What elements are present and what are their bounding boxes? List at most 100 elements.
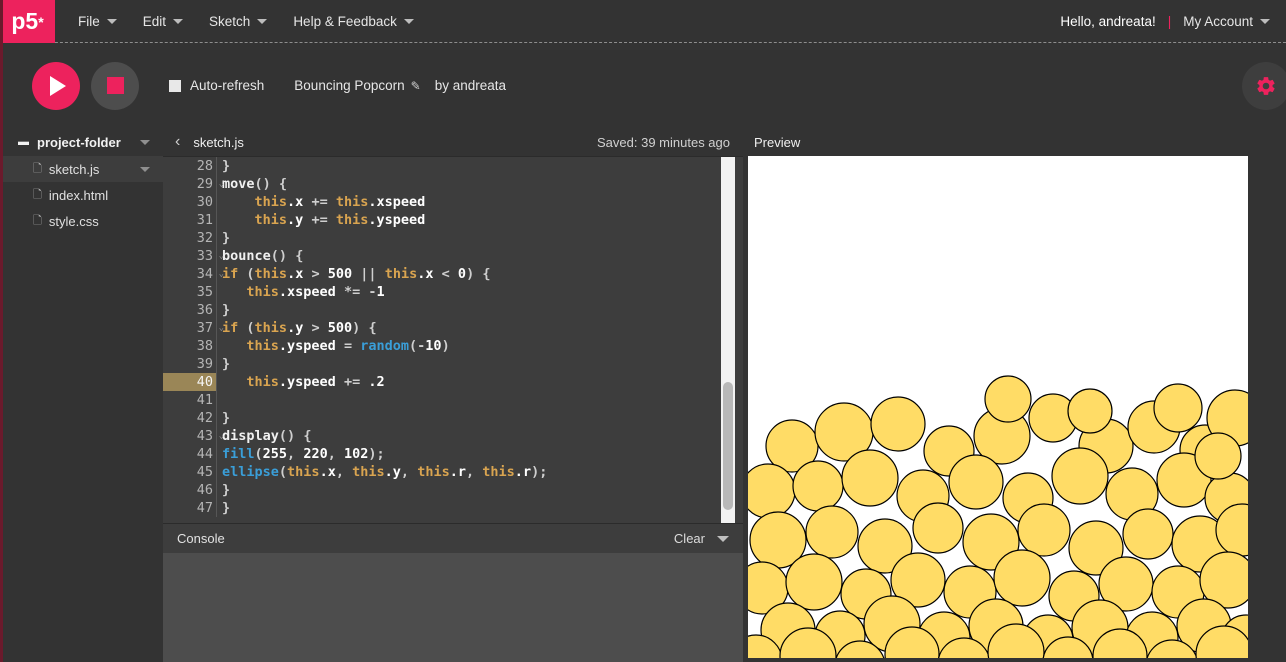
chevron-down-icon [106, 18, 117, 24]
fold-toggle-icon[interactable]: ⌄ [216, 265, 224, 283]
line-number: 37 ⌄ [196, 320, 224, 336]
line-number: 47 [196, 500, 213, 516]
chevron-left-icon[interactable]: ‹ [175, 133, 180, 151]
line-number: 28 [196, 158, 213, 174]
code-line[interactable]: } [222, 229, 743, 247]
editor-scrollbar[interactable] [721, 157, 735, 523]
project-folder-row[interactable]: ▬ project-folder [0, 128, 163, 156]
code-line[interactable]: } [222, 499, 743, 517]
console-clear-button[interactable]: Clear [674, 531, 705, 546]
sidebar-file-style-css[interactable]: 🗋 style.css [0, 208, 163, 234]
p5-logo[interactable]: p5 * [0, 0, 55, 43]
editor-pane: ‹ sketch.js Saved: 39 minutes ago 28 29 ⌄ 3… [163, 128, 743, 662]
code-line[interactable]: bounce() { [222, 247, 743, 265]
code-line[interactable]: this.y += this.yspeed [222, 211, 743, 229]
line-number: 43 ⌄ [196, 428, 224, 444]
line-number: 40 [163, 373, 216, 391]
auto-refresh-checkbox[interactable] [169, 79, 181, 92]
play-button[interactable] [32, 61, 80, 110]
p5-web-editor: p5 * File Edit Sketch Help & Feedback Hel… [0, 0, 1286, 662]
p5-sketch-canvas[interactable] [748, 156, 1248, 658]
nav-menu-edit[interactable]: Edit [130, 0, 196, 43]
preview-header: Preview [743, 128, 1286, 156]
code-line[interactable]: ellipse(this.x, this.y, this.r, this.r); [222, 463, 743, 481]
code-line[interactable]: move() { [222, 175, 743, 193]
fold-toggle-icon[interactable]: ⌄ [216, 427, 224, 445]
popcorn-circle [1122, 508, 1174, 560]
sketch-name-field[interactable]: Bouncing Popcorn ✎ [294, 78, 420, 93]
chevron-down-icon[interactable] [140, 139, 150, 145]
code-line[interactable]: if (this.y > 500) { [222, 319, 743, 337]
popcorn-circle [841, 449, 899, 507]
line-number: 41 [196, 392, 213, 408]
console-output [163, 553, 743, 662]
code-line[interactable]: } [222, 157, 743, 175]
code-line[interactable]: } [222, 481, 743, 499]
sidebar-file-index-html[interactable]: 🗋 index.html [0, 182, 163, 208]
my-account-menu[interactable]: My Account [1183, 14, 1270, 29]
code-line[interactable]: fill(255, 220, 102); [222, 445, 743, 463]
line-number: 39 [196, 356, 213, 372]
nav-menu-sketch-label: Sketch [209, 13, 251, 29]
code-line[interactable]: this.xspeed *= -1 [222, 283, 743, 301]
code-line[interactable]: this.x += this.xspeed [222, 193, 743, 211]
code-line[interactable]: } [222, 409, 743, 427]
line-number: 44 [196, 446, 213, 462]
fold-toggle-icon[interactable]: ⌄ [216, 319, 224, 337]
left-edge-stripe [0, 0, 3, 662]
sketch-name-text: Bouncing Popcorn [294, 78, 405, 93]
code-line[interactable]: } [222, 355, 743, 373]
nav-separator: | [1167, 13, 1172, 29]
popcorn-circle [870, 396, 926, 452]
code-line[interactable]: display() { [222, 427, 743, 445]
line-number: 31 [196, 212, 213, 228]
popcorn-circle [984, 375, 1032, 423]
sidebar-file-sketch-js[interactable]: 🗋 sketch.js [0, 156, 163, 182]
auto-refresh-toggle[interactable]: Auto-refresh [169, 78, 264, 93]
chevron-down-icon[interactable] [140, 166, 150, 172]
code-line[interactable]: this.yspeed = random(-10) [222, 337, 743, 355]
editor-tabbar: ‹ sketch.js Saved: 39 minutes ago [163, 128, 743, 156]
code-line[interactable]: } [222, 301, 743, 319]
editor-tab-label[interactable]: sketch.js [193, 135, 244, 150]
line-number: 45 [196, 464, 213, 480]
popcorn-circle [1017, 503, 1071, 557]
code-editor[interactable]: 28 29 ⌄ 30 31 32 33 ⌄ 34 ⌄ 35 36 37 ⌄ 38 39 40 41 42 43 ⌄ 44 4… [163, 156, 743, 523]
popcorn-circle [1153, 383, 1203, 433]
code-line[interactable] [222, 391, 743, 409]
fold-toggle-icon[interactable]: ⌄ [216, 247, 224, 265]
sidebar-file-label: sketch.js [48, 161, 100, 177]
nav-menu-help[interactable]: Help & Feedback [280, 0, 427, 43]
popcorn-circle [805, 505, 859, 559]
my-account-label: My Account [1183, 13, 1253, 29]
auto-refresh-label: Auto-refresh [190, 78, 265, 93]
popcorn-circle [912, 502, 964, 554]
nav-menu-file-label: File [78, 13, 100, 29]
preview-label: Preview [754, 134, 801, 150]
logo-star: * [38, 13, 44, 30]
code-line[interactable]: if (this.x > 500 || this.x < 0) { [222, 265, 743, 283]
saved-status: Saved: 39 minutes ago [597, 134, 730, 150]
line-number-gutter: 28 29 ⌄ 30 31 32 33 ⌄ 34 ⌄ 35 36 37 ⌄ 38 39 40 41 42 43 ⌄ 44 4… [163, 157, 224, 517]
editor-scrollbar-thumb[interactable] [723, 382, 733, 510]
code-lines[interactable]: } move() { this.x += this.xspeed this.y +… [216, 157, 743, 517]
file-icon: 🗋 [33, 188, 42, 201]
stop-button[interactable] [91, 61, 139, 110]
pencil-icon[interactable]: ✎ [411, 79, 421, 93]
nav-menu-help-label: Help & Feedback [293, 13, 397, 29]
sketch-canvas-container[interactable] [748, 156, 1248, 658]
chevron-down-icon[interactable] [717, 535, 729, 542]
nav-menu-edit-label: Edit [142, 13, 167, 29]
chevron-down-icon [1260, 18, 1270, 24]
fold-toggle-icon[interactable]: ⌄ [216, 175, 224, 193]
nav-menu-sketch[interactable]: Sketch [196, 0, 280, 43]
greeting-text: Hello, andreata! [1060, 13, 1156, 29]
project-folder-label: project-folder [37, 134, 121, 150]
code-line[interactable]: this.yspeed += .2 [222, 373, 743, 391]
settings-button[interactable] [1242, 61, 1286, 110]
console-title: Console [177, 531, 225, 546]
code-table: 28 29 ⌄ 30 31 32 33 ⌄ 34 ⌄ 35 36 37 ⌄ 38 39 40 41 42 43 ⌄ 44 4… [163, 157, 743, 517]
sketch-toolbar: Auto-refresh Bouncing Popcorn ✎ by andre… [0, 43, 1286, 128]
nav-menu-file[interactable]: File [65, 0, 130, 43]
file-icon: 🗋 [33, 214, 42, 227]
